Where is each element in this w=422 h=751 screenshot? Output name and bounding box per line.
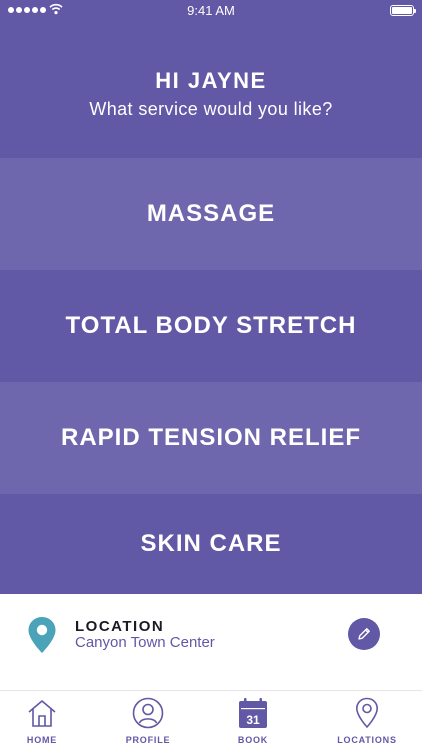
tab-locations-label: LOCATIONS xyxy=(337,735,397,745)
location-pin-icon xyxy=(355,697,379,729)
status-bar: 9:41 AM xyxy=(0,0,422,22)
tab-bar: HOME PROFILE 31 BOOK LOCATIONS xyxy=(0,690,422,751)
tab-book-label: BOOK xyxy=(237,735,269,745)
tab-home-label: HOME xyxy=(26,735,58,745)
tab-home[interactable]: HOME xyxy=(22,691,62,751)
tab-profile[interactable]: PROFILE xyxy=(124,691,172,751)
edit-location-button[interactable] xyxy=(348,618,380,650)
status-time: 9:41 AM xyxy=(187,3,235,18)
service-total-body-stretch[interactable]: TOTAL BODY STRETCH xyxy=(0,270,422,382)
battery-icon xyxy=(390,5,416,16)
location-title: LOCATION xyxy=(75,618,165,635)
service-skin-care[interactable]: SKIN CARE xyxy=(0,494,422,594)
calendar-date: 31 xyxy=(246,713,260,727)
map-pin-icon xyxy=(28,617,56,653)
header: HI JAYNE What service would you like? xyxy=(0,0,422,158)
greeting-title: HI JAYNE xyxy=(155,68,267,93)
user-icon xyxy=(132,697,164,729)
service-prompt: What service would you like? xyxy=(89,99,333,119)
location-value: Canyon Town Center xyxy=(75,634,215,651)
location-bar: LOCATION Canyon Town Center xyxy=(0,594,422,690)
service-rapid-tension-relief[interactable]: RAPID TENSION RELIEF xyxy=(0,382,422,494)
home-icon xyxy=(28,700,56,727)
tab-locations[interactable]: LOCATIONS xyxy=(336,691,398,751)
tab-book[interactable]: 31 BOOK xyxy=(233,691,273,751)
calendar-icon: 31 xyxy=(239,698,267,728)
service-massage[interactable]: MASSAGE xyxy=(0,158,422,270)
pencil-icon xyxy=(358,628,370,640)
tab-profile-label: PROFILE xyxy=(125,735,171,745)
